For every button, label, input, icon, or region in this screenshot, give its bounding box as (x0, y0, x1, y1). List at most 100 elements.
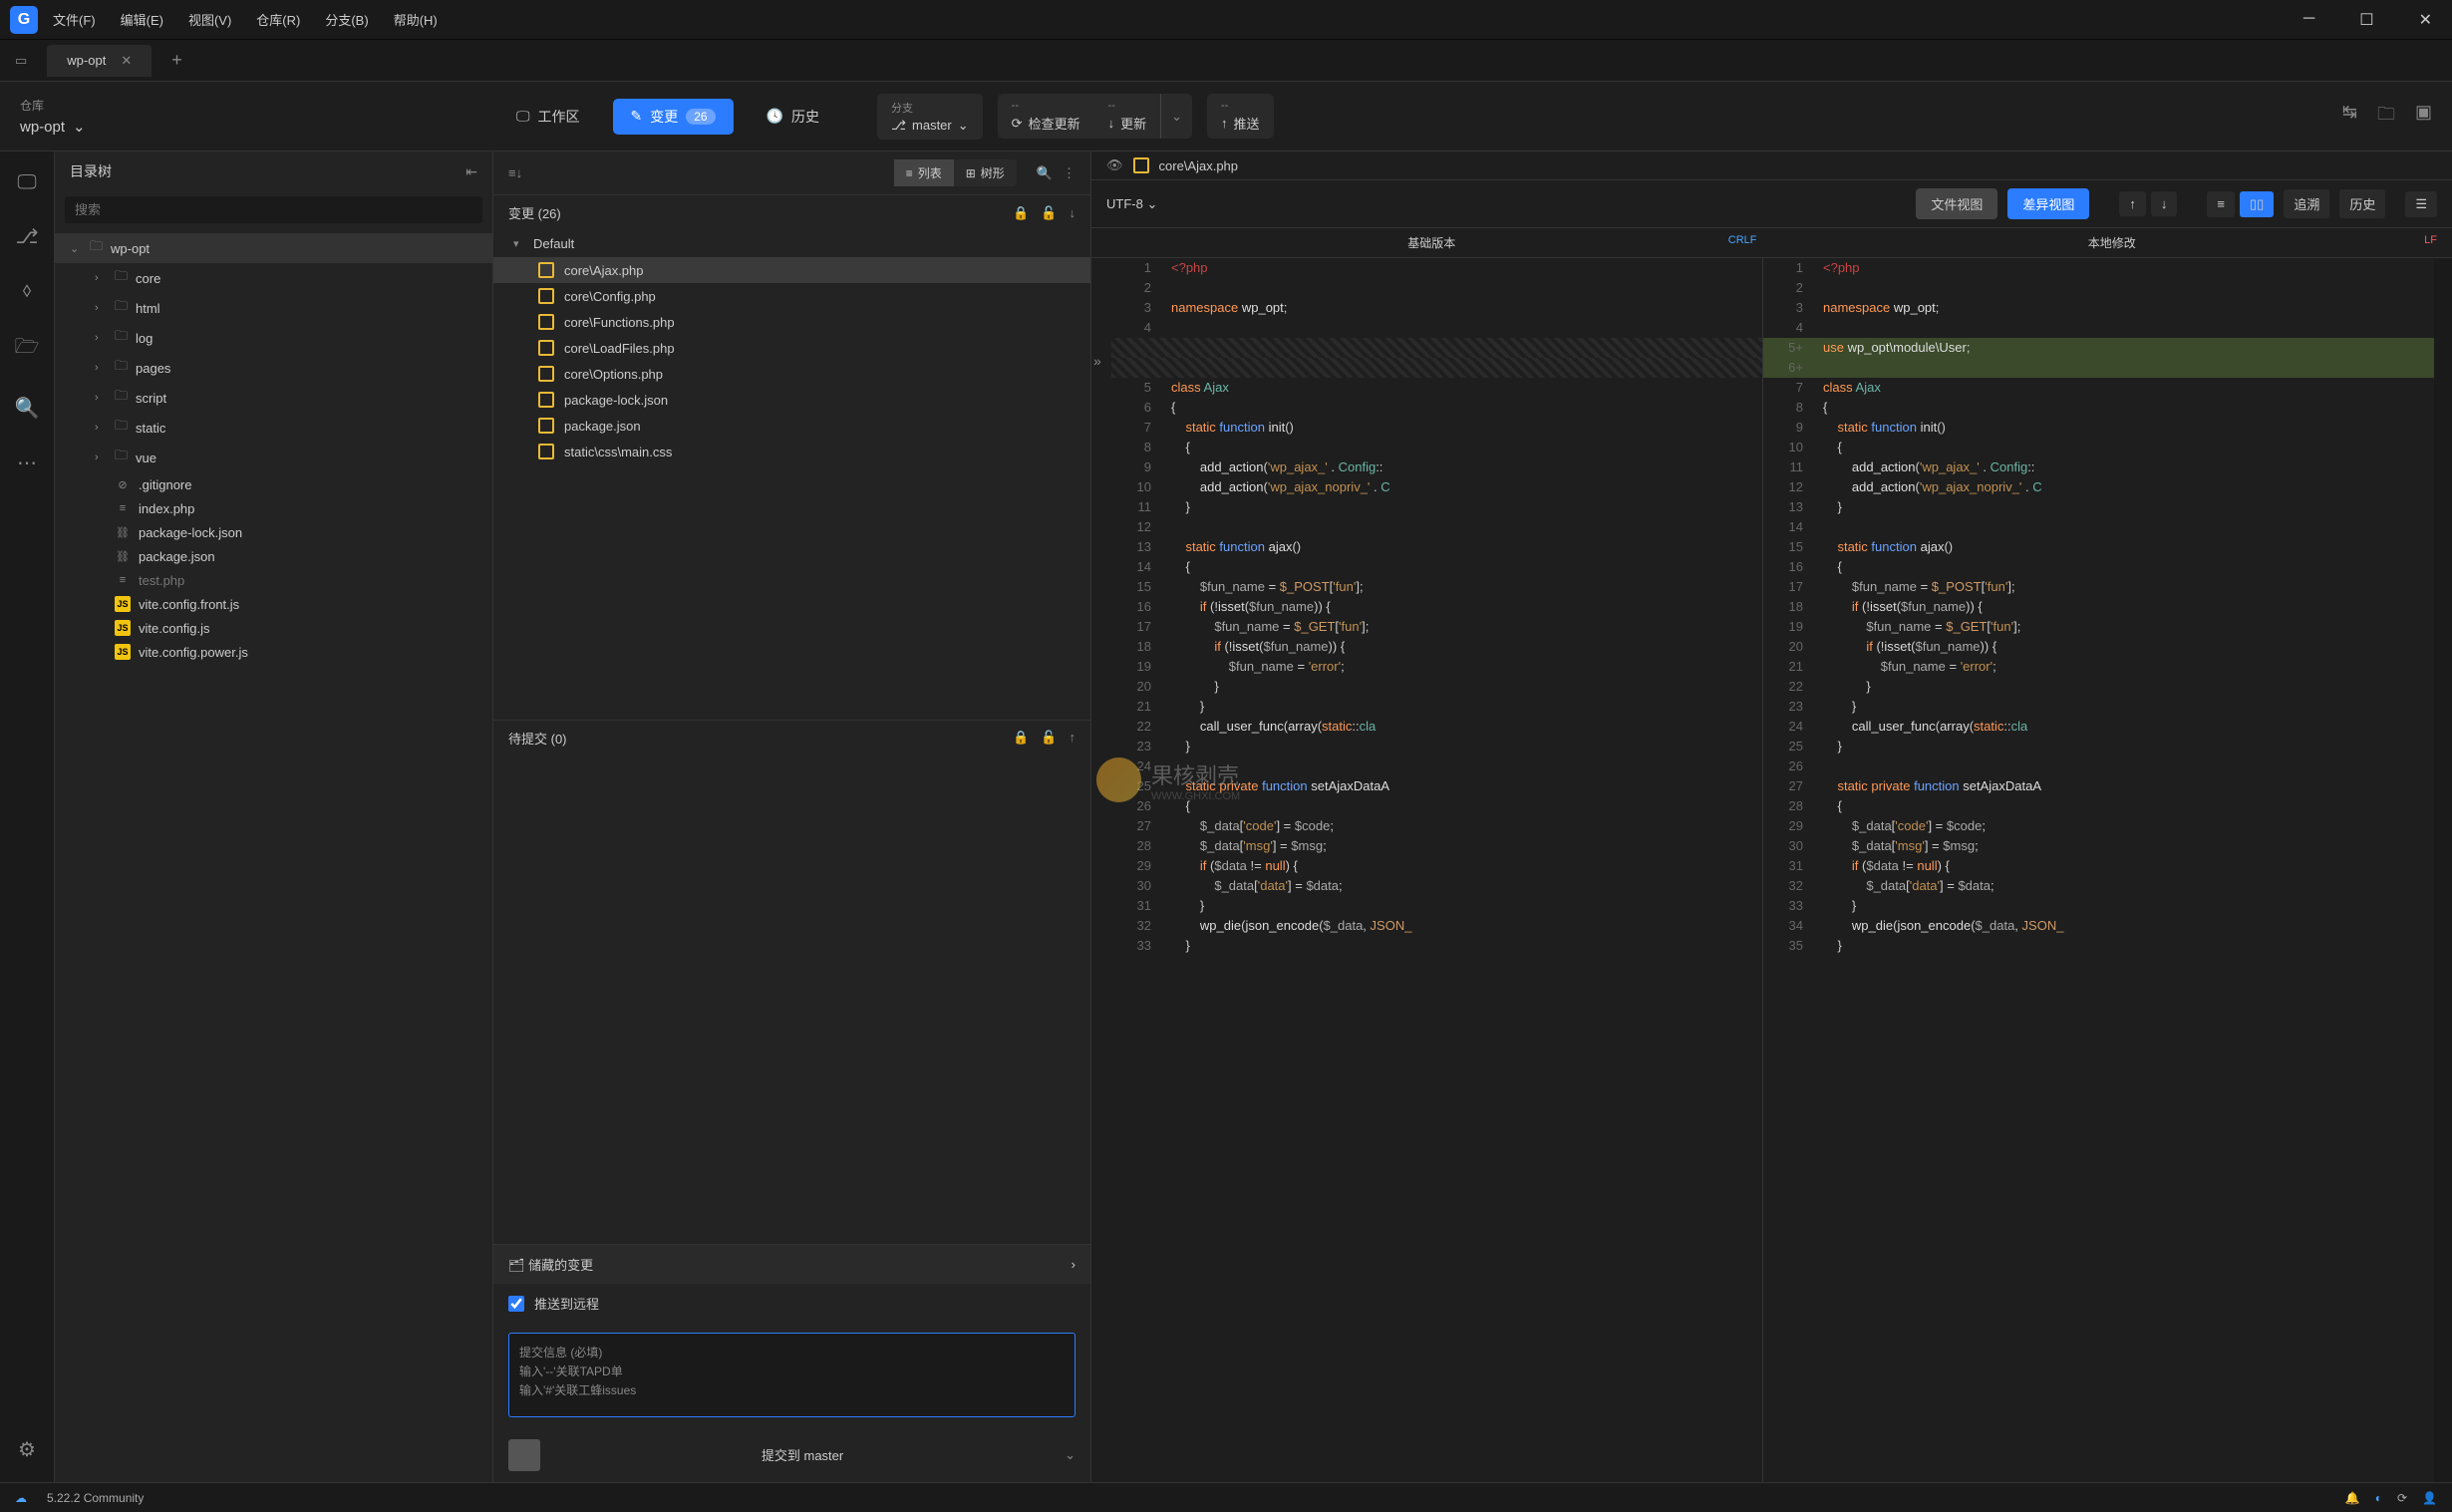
cloud-icon[interactable]: ☁ (15, 1491, 27, 1505)
change-item[interactable]: package-lock.json (493, 387, 1090, 413)
tree-folder[interactable]: ›🗀html (55, 293, 492, 323)
stage-all-icon[interactable]: ↓ (1070, 205, 1076, 221)
changes-list: ▾ Default core\Ajax.phpcore\Config.phpco… (493, 230, 1090, 720)
chevron-right-icon: › (95, 272, 107, 284)
next-diff-icon[interactable]: ↓ (2151, 191, 2178, 216)
unlock-icon[interactable]: 🔓 (1041, 730, 1057, 746)
change-item[interactable]: core\Functions.php (493, 309, 1090, 335)
tree-file[interactable]: ⛓package.json (55, 544, 492, 568)
commit-message-input[interactable]: 提交信息 (必填)输入'--'关联TAPD单输入'#'关联工蜂issues (508, 1333, 1075, 1417)
list-layout-icon[interactable]: ≡ (2207, 191, 2235, 217)
push-dropdown[interactable]: -- ↑ 推送 (1207, 94, 1274, 139)
split-layout-icon[interactable]: ▯▯ (2240, 191, 2274, 217)
close-icon[interactable]: ✕ (2409, 5, 2442, 35)
terminal-icon[interactable]: ▣ (2415, 102, 2432, 132)
tree-folder[interactable]: ›🗀core (55, 263, 492, 293)
minimap[interactable] (2434, 258, 2452, 1482)
change-item[interactable]: core\Ajax.php (493, 257, 1090, 283)
tree-search-input[interactable] (65, 196, 482, 223)
pull-request-icon[interactable]: ↹ (2342, 102, 2357, 132)
file-history-button[interactable]: 历史 (2339, 189, 2385, 218)
unlock-icon[interactable]: 🔓 (1041, 205, 1057, 221)
menu-view[interactable]: 视图(V) (188, 10, 231, 29)
line-number: 10 (1763, 438, 1818, 457)
tree-file[interactable]: ≡test.php (55, 568, 492, 592)
workspace-button[interactable]: 🖵 工作区 (498, 99, 598, 135)
change-item[interactable]: static\css\main.css (493, 439, 1090, 464)
tree-file[interactable]: ≡index.php (55, 496, 492, 520)
collapse-icon[interactable]: ⇤ (465, 163, 477, 180)
menu-branch[interactable]: 分支(B) (325, 10, 368, 29)
check-update-dropdown[interactable]: -- ⟳ 检查更新 -- ↓ 更新 ⌄ (998, 94, 1192, 139)
tree-file[interactable]: ⊘.gitignore (55, 472, 492, 496)
tree-file[interactable]: JSvite.config.power.js (55, 640, 492, 664)
tree-folder[interactable]: ›🗀static (55, 413, 492, 443)
prev-diff-icon[interactable]: ↑ (2119, 191, 2146, 216)
menu-help[interactable]: 帮助(H) (394, 10, 438, 29)
tree-view-button[interactable]: ⊞ 树形 (954, 159, 1017, 186)
more-icon[interactable]: ⋮ (1063, 165, 1075, 181)
tab-repo[interactable]: wp-opt ✕ (47, 45, 152, 77)
blame-button[interactable]: 追溯 (2284, 189, 2329, 218)
commit-dropdown-icon[interactable]: ⌄ (1065, 1447, 1075, 1463)
user-icon[interactable]: 👤 (2422, 1491, 2437, 1505)
lock-icon[interactable]: 🔒 (1013, 730, 1029, 746)
eye-icon[interactable]: 👁 (1106, 157, 1123, 173)
changes-group[interactable]: ▾ Default (493, 230, 1090, 257)
chevron-down-icon[interactable]: ⌄ (1160, 94, 1192, 139)
notifications-icon[interactable]: 🔔 (2345, 1491, 2360, 1505)
tree-folder[interactable]: ›🗀vue (55, 443, 492, 472)
minimize-icon[interactable]: ─ (2294, 5, 2324, 35)
modified-badge-icon (1133, 157, 1149, 173)
push-remote-checkbox[interactable] (508, 1296, 524, 1312)
commit-footer: 提交到 master ⌄ (493, 1427, 1090, 1482)
tree-file[interactable]: ⛓package-lock.json (55, 520, 492, 544)
filter-search-icon[interactable]: 🔍 (1037, 165, 1053, 181)
gear-icon[interactable]: ⚙ (18, 1437, 36, 1462)
commit-button[interactable]: 提交到 master (555, 1437, 1050, 1472)
tag-icon[interactable]: ⬨ (23, 279, 32, 302)
tree-root[interactable]: ⌄ 🗀 wp-opt (55, 233, 492, 263)
tree-folder[interactable]: ›🗀pages (55, 353, 492, 383)
maximize-icon[interactable]: ☐ (2349, 5, 2383, 35)
encoding-selector[interactable]: UTF-8 ⌄ (1106, 196, 1157, 212)
diff-view-tab[interactable]: 差异视图 (2007, 188, 2089, 219)
explorer-icon[interactable]: 🖵 (17, 171, 36, 194)
list-view-button[interactable]: ≡ 列表 (894, 159, 954, 186)
change-item[interactable]: core\Options.php (493, 361, 1090, 387)
repo-selector[interactable]: 仓库 wp-opt ⌄ (20, 97, 498, 136)
folder-icon[interactable]: 🗀 (2377, 102, 2395, 132)
tree-file[interactable]: JSvite.config.js (55, 616, 492, 640)
menu-repo[interactable]: 仓库(R) (256, 10, 300, 29)
new-tab-icon[interactable]: + (171, 50, 182, 71)
expand-icon[interactable]: » (1093, 353, 1101, 369)
search-icon[interactable]: 🔍 (15, 396, 40, 421)
change-item[interactable]: core\Config.php (493, 283, 1090, 309)
lock-icon[interactable]: 🔒 (1013, 205, 1029, 221)
menu-edit[interactable]: 编辑(E) (121, 10, 163, 29)
stash-section[interactable]: 🗂 储藏的变更 › (493, 1244, 1090, 1284)
avatar[interactable] (508, 1439, 540, 1471)
theme-toggle-icon[interactable]: ◐ (2375, 1491, 2382, 1505)
tab-close-icon[interactable]: ✕ (121, 53, 132, 69)
home-icon[interactable]: ▭ (15, 53, 27, 69)
scm-icon[interactable]: ⎇ (15, 224, 38, 249)
branch-dropdown[interactable]: 分支 ⎇ master ⌄ (877, 94, 983, 140)
tree-folder[interactable]: ›🗀log (55, 323, 492, 353)
unstage-icon[interactable]: ↑ (1070, 730, 1076, 746)
change-item[interactable]: core\LoadFiles.php (493, 335, 1090, 361)
open-folder-icon[interactable]: 🗁 (15, 332, 40, 366)
tree-file[interactable]: JSvite.config.front.js (55, 592, 492, 616)
file-view-tab[interactable]: 文件视图 (1916, 188, 1997, 219)
more-icon[interactable]: ⋯ (17, 451, 37, 475)
diff-right[interactable]: 1<?php23namespace wp_opt;45+use wp_opt\m… (1763, 258, 2434, 1482)
diff-left[interactable]: » 1<?php23namespace wp_opt;45class Ajax6… (1091, 258, 1763, 1482)
sort-icon[interactable]: ≡↓ (508, 165, 522, 180)
menu-file[interactable]: 文件(F) (53, 10, 96, 29)
history-button[interactable]: 🕓 历史 (749, 99, 837, 135)
changes-button[interactable]: ✎ 变更 26 (613, 99, 734, 135)
sync-icon[interactable]: ⟳ (2397, 1491, 2407, 1505)
change-item[interactable]: package.json (493, 413, 1090, 439)
tree-folder[interactable]: ›🗀script (55, 383, 492, 413)
diff-menu-icon[interactable]: ☰ (2405, 191, 2437, 217)
